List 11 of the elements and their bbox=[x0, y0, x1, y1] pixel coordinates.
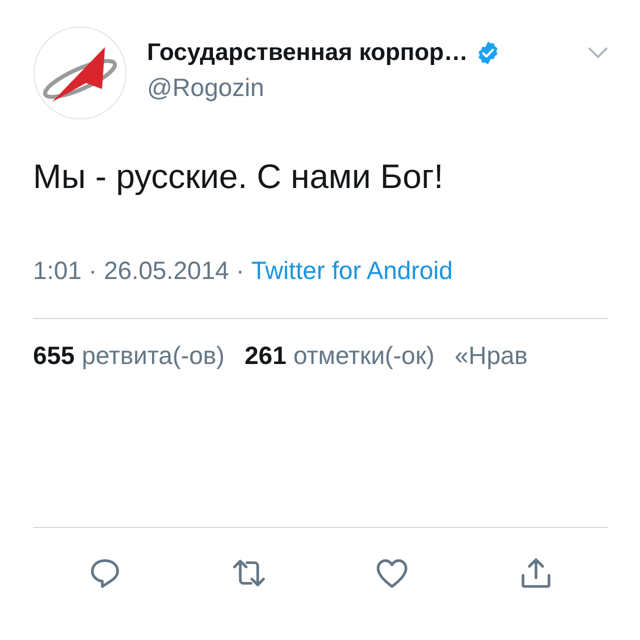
avatar-logo-icon[interactable] bbox=[33, 26, 127, 120]
author-handle: @Rogozin bbox=[147, 74, 264, 103]
stat-label: отметки(-ок) bbox=[293, 341, 435, 371]
tweet-text: Мы - русские. С нами Бог! bbox=[33, 157, 444, 198]
stat-label: «Нрав bbox=[454, 341, 528, 371]
stat-label: ретвита(-ов) bbox=[82, 341, 225, 371]
stat-count: 655 bbox=[33, 341, 75, 371]
author-name: Государственная корпор… bbox=[147, 39, 468, 67]
source-link[interactable]: Twitter for Android bbox=[251, 257, 453, 285]
stat-count: 261 bbox=[244, 341, 286, 371]
tweet-timestamp: 1:01 · 26.05.2014 · bbox=[33, 257, 244, 285]
